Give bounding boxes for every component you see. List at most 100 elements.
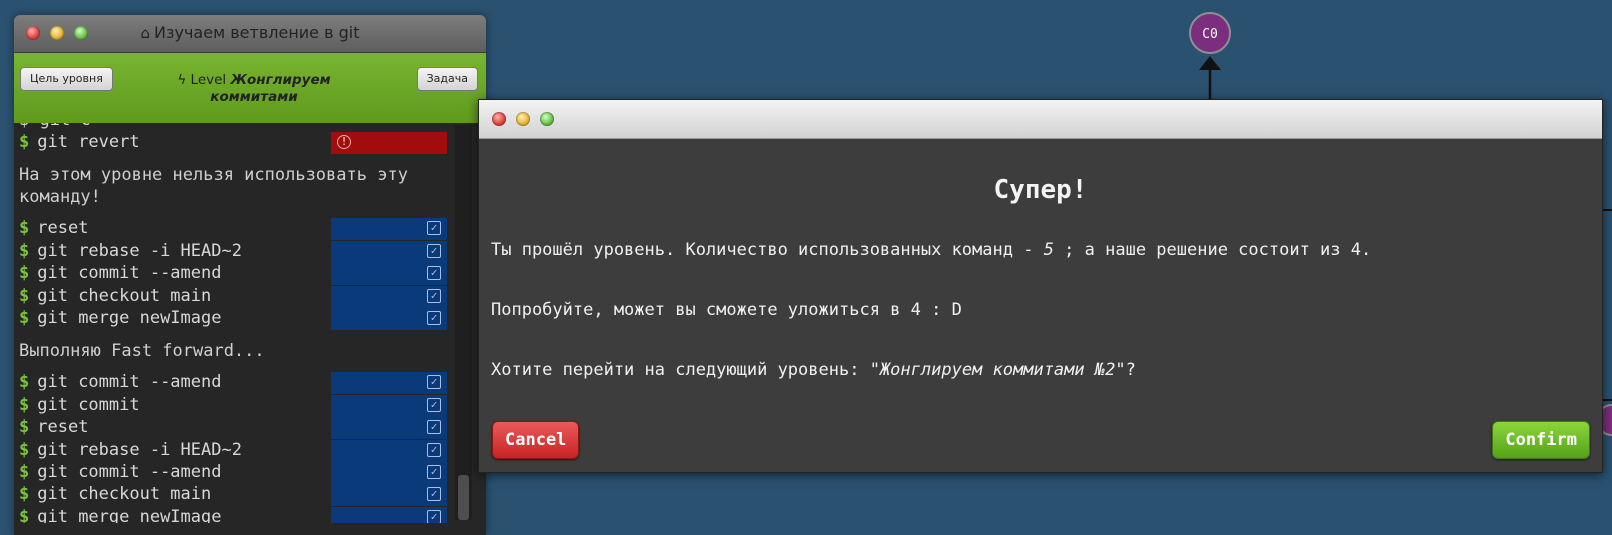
command-count: 5 xyxy=(1043,240,1054,260)
command-ok-status: ✓ xyxy=(331,240,447,263)
prompt-symbol: $ xyxy=(19,439,30,460)
terminal-command-line: $ git rebase -i HEAD~2 xyxy=(19,241,242,263)
dialog-next-level-text: Хотите перейти на следующий уровень: "Жо… xyxy=(491,360,1136,380)
checkbox-icon: ✓ xyxy=(427,221,441,236)
command-ok-status: ✓ xyxy=(331,484,447,507)
prompt-symbol: $ xyxy=(19,218,30,239)
command-error-status: ! xyxy=(331,132,447,154)
prompt-symbol: $ xyxy=(19,263,30,284)
terminal-command-line: $ git commit --amend xyxy=(19,462,221,484)
prompt-symbol: $ xyxy=(19,132,30,152)
level-prefix: Level xyxy=(190,72,227,88)
task-button[interactable]: Задача xyxy=(416,67,478,91)
confirm-button[interactable]: Confirm xyxy=(1492,421,1590,459)
command-text: git checkout main xyxy=(37,484,212,505)
prompt-symbol: $ xyxy=(19,394,30,415)
prompt-symbol: $ xyxy=(19,462,30,482)
command-text: reset xyxy=(37,218,89,239)
command-text: git merge newImage xyxy=(37,506,222,523)
terminal-command-line: $ git checkout main xyxy=(19,286,211,308)
result-text-b: ; а наше решение состоит из 4. xyxy=(1053,240,1372,260)
terminal-command-line: $ git commit --amend xyxy=(19,372,221,394)
level-complete-dialog: Супер! Ты прошёл уровень. Количество исп… xyxy=(478,99,1603,473)
command-ok-status: ✓ xyxy=(331,439,447,462)
checkbox-icon: ✓ xyxy=(427,311,441,325)
terminal-command-line: $ git commit xyxy=(19,395,140,417)
dialog-minimize-button[interactable] xyxy=(516,112,530,126)
graph-arrowhead xyxy=(1199,56,1221,70)
terminal-scrollbar-thumb[interactable] xyxy=(458,475,469,520)
command-ok-status: ✓ xyxy=(331,308,447,330)
result-text-a: Ты прошёл уровень. Количество использова… xyxy=(491,240,1044,260)
checkbox-icon: ✓ xyxy=(427,509,441,523)
level-label: ϟ Level Жонглируем коммитами xyxy=(164,72,344,106)
command-ok-status: ✓ xyxy=(331,372,447,395)
terminal-message: На этом уровне нельзя использовать эту к… xyxy=(19,165,408,208)
terminal-title-text: Изучаем ветвление в git xyxy=(154,23,360,42)
command-ok-status: ✓ xyxy=(331,417,447,440)
command-ok-status: ✓ xyxy=(331,506,447,523)
terminal-command-line: $ git checkout main xyxy=(19,484,211,506)
prompt-symbol: $ xyxy=(19,308,30,328)
checkbox-icon: ✓ xyxy=(427,243,441,258)
goal-button[interactable]: Цель уровня xyxy=(20,67,113,91)
terminal-command-line: $ git commit --amend xyxy=(19,263,221,285)
dialog-titlebar[interactable] xyxy=(479,100,1602,139)
command-ok-status: ✓ xyxy=(331,462,447,484)
terminal-scrollbar[interactable] xyxy=(455,125,472,520)
terminal-command-line: $ reset xyxy=(19,417,88,439)
dialog-heading: Супер! xyxy=(993,175,1088,205)
dialog-maximize-button[interactable] xyxy=(540,112,554,126)
terminal-output: $ git c $ git revert! На этом уровне нельз… xyxy=(14,123,486,523)
terminal-command-line: $ git revert xyxy=(19,132,140,154)
command-ok-status: ✓ xyxy=(331,263,447,286)
dialog-hint-text: Попробуйте, может вы сможете уложиться в… xyxy=(491,300,962,320)
checkbox-icon: ✓ xyxy=(427,442,441,457)
home-icon: ⌂ xyxy=(140,24,151,42)
level-name-line2: коммитами xyxy=(210,89,298,105)
command-ok-status: ✓ xyxy=(331,394,447,417)
checkbox-icon: ✓ xyxy=(427,487,441,502)
terminal-command-line: $ git rebase -i HEAD~2 xyxy=(19,440,242,462)
next-level-prefix: Хотите перейти на следующий уровень: xyxy=(491,360,870,380)
command-text: git rebase -i HEAD~2 xyxy=(37,439,242,460)
terminal-command-line: $ git merge newImage xyxy=(19,308,221,330)
checkbox-icon: ✓ xyxy=(427,288,441,303)
command-text: git commit --amend xyxy=(37,263,222,284)
error-icon: ! xyxy=(337,135,351,149)
command-text: git rebase -i HEAD~2 xyxy=(37,240,242,261)
terminal-command-line: $ git merge newImage xyxy=(19,507,221,523)
command-text: git commit --amend xyxy=(37,462,222,482)
command-ok-status: ✓ xyxy=(331,218,447,241)
prompt-symbol: $ xyxy=(19,240,30,261)
terminal-title: ⌂ Изучаем ветвление в git xyxy=(14,23,486,42)
terminal-command-line: $ reset xyxy=(19,218,88,240)
command-text: git checkout main xyxy=(37,285,212,306)
command-ok-status: ✓ xyxy=(331,285,447,308)
prompt-symbol: $ xyxy=(19,484,30,505)
terminal-message: Выполняю Fast forward... xyxy=(19,341,265,362)
checkbox-icon: ✓ xyxy=(427,420,441,435)
checkbox-icon: ✓ xyxy=(427,465,441,479)
command-text: git commit --amend xyxy=(37,372,222,393)
checkbox-icon: ✓ xyxy=(427,375,441,390)
bolt-icon: ϟ xyxy=(177,72,187,88)
terminal-window: ⌂ Изучаем ветвление в git Цель уровня ϟ L… xyxy=(14,15,486,535)
command-text: git merge newImage xyxy=(37,308,222,328)
prompt-symbol: $ xyxy=(19,372,30,393)
command-text: git revert xyxy=(37,132,140,152)
terminal-partial-line: $ git c xyxy=(19,123,91,132)
commit-node-c0-label: C0 xyxy=(1202,27,1218,42)
level-toolbar: Цель уровня ϟ Level Жонглируем коммитами… xyxy=(14,53,486,123)
prompt-symbol: $ xyxy=(19,417,30,438)
checkbox-icon: ✓ xyxy=(427,397,441,412)
dialog-close-button[interactable] xyxy=(492,112,506,126)
next-level-suffix: ? xyxy=(1125,360,1136,380)
command-text: reset xyxy=(37,417,89,438)
cancel-button[interactable]: Cancel xyxy=(492,421,580,459)
command-text: git commit xyxy=(37,394,140,415)
dialog-result-text: Ты прошёл уровень. Количество использова… xyxy=(491,240,1371,260)
next-level-name: "Жонглируем коммитами №2" xyxy=(869,360,1126,380)
prompt-symbol: $ xyxy=(19,285,30,306)
terminal-titlebar[interactable]: ⌂ Изучаем ветвление в git xyxy=(14,15,486,53)
